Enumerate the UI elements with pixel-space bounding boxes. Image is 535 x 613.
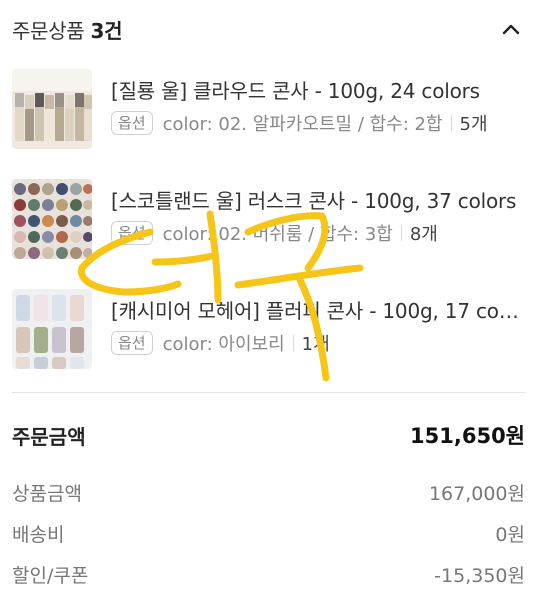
order-item[interactable]: [캐시미어 모헤어] 플러피 콘사 - 100g, 17 colors 옵션 c… <box>0 289 535 379</box>
order-items-title: 주문상품 3건 <box>12 19 123 43</box>
option-badge: 옵션 <box>111 221 153 245</box>
product-thumbnail <box>12 179 92 259</box>
product-name[interactable]: [스코틀랜드 울] 러스크 콘사 - 100g, 37 colors <box>111 185 521 214</box>
product-option-row: 옵션 color: 02. 알파카오트밀 / 합수: 2합 5개 <box>111 109 488 137</box>
product-name[interactable]: [캐시미어 모헤어] 플러피 콘사 - 100g, 17 colors <box>111 295 521 324</box>
section-divider <box>12 392 525 393</box>
shipping-fee-row: 배송비 0원 <box>12 520 525 547</box>
product-quantity: 5개 <box>459 114 488 135</box>
divider <box>400 225 402 241</box>
order-item[interactable]: [질룡 울] 클라우드 콘사 - 100g, 24 colors 옵션 colo… <box>0 69 535 159</box>
order-items-header[interactable]: 주문상품 3건 <box>0 0 535 58</box>
discount-row: 할인/쿠폰 -15,350원 <box>12 561 525 588</box>
order-total-row: 주문금액 151,650원 <box>12 420 525 450</box>
product-option-row: 옵션 color: 02. 머쉬룸 / 합수: 3합 8개 <box>111 219 438 247</box>
product-thumbnail <box>12 289 92 369</box>
option-badge: 옵션 <box>111 331 153 355</box>
order-total-label: 주문금액 <box>12 424 86 449</box>
order-items-count: 3건 <box>90 19 123 43</box>
discount-value: -15,350원 <box>434 565 525 587</box>
product-option: color: 02. 알파카오트밀 / 합수: 2합 <box>162 114 443 135</box>
product-quantity: 1개 <box>301 334 330 355</box>
shipping-fee-label: 배송비 <box>12 524 65 546</box>
product-option: color: 02. 머쉬룸 / 합수: 3합 <box>162 224 393 245</box>
product-quantity: 8개 <box>409 224 438 245</box>
divider <box>450 115 452 131</box>
discount-label: 할인/쿠폰 <box>12 565 89 587</box>
option-badge: 옵션 <box>111 111 153 135</box>
chevron-up-icon[interactable] <box>499 18 523 42</box>
order-total-value: 151,650원 <box>410 424 525 448</box>
product-option: color: 아이보리 <box>162 334 285 355</box>
product-thumbnail <box>12 69 92 149</box>
product-amount-row: 상품금액 167,000원 <box>12 479 525 506</box>
divider <box>292 335 294 351</box>
product-name[interactable]: [질룡 울] 클라우드 콘사 - 100g, 24 colors <box>111 75 521 104</box>
shipping-fee-value: 0원 <box>495 524 525 546</box>
order-item[interactable]: [스코틀랜드 울] 러스크 콘사 - 100g, 37 colors 옵션 co… <box>0 179 535 269</box>
product-amount-label: 상품금액 <box>12 483 82 505</box>
product-option-row: 옵션 color: 아이보리 1개 <box>111 329 330 357</box>
product-amount-value: 167,000원 <box>428 483 525 505</box>
